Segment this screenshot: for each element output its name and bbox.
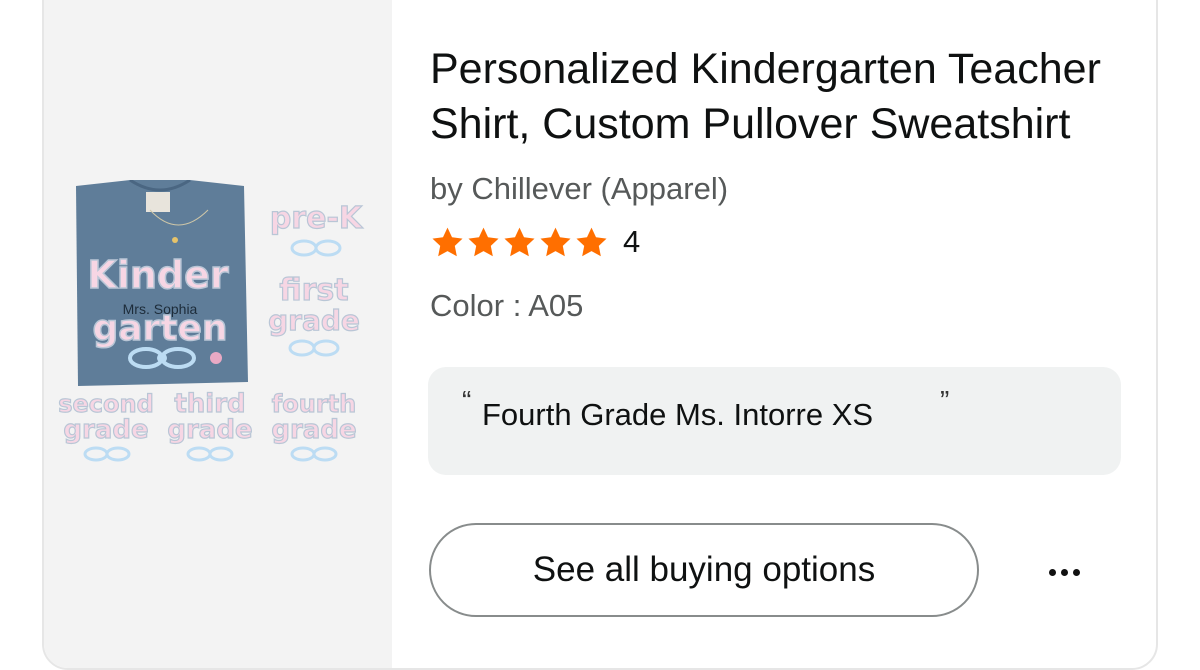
see-all-buying-options-button[interactable]: See all buying options — [429, 523, 979, 617]
svg-text:fourth: fourth — [272, 390, 356, 418]
svg-text:grade: grade — [268, 304, 360, 337]
product-image[interactable]: Kinder Mrs. Sophia garten pre-K first gr… — [58, 180, 380, 472]
quote-close: ” — [940, 385, 950, 416]
sticker-third-grade: third grade — [167, 388, 253, 462]
customization-box: “ Fourth Grade Ms. Intorre XS ” — [428, 367, 1121, 475]
svg-text:grade: grade — [271, 415, 356, 445]
sticker-first-grade: first grade — [268, 272, 360, 357]
ellipsis-icon — [1060, 568, 1068, 576]
star-icon — [576, 227, 607, 256]
sticker-fourth-grade: fourth grade — [271, 389, 357, 462]
sticker-second-grade: second grade — [58, 389, 154, 462]
quote-open: “ — [462, 385, 472, 416]
product-title[interactable]: Personalized Kindergarten Teacher Shirt,… — [430, 42, 1120, 152]
ellipsis-icon — [1072, 568, 1080, 576]
star-icon — [432, 227, 463, 256]
more-options-button[interactable] — [1039, 557, 1089, 587]
svg-text:second: second — [58, 390, 154, 418]
svg-text:first: first — [279, 273, 348, 308]
rating-stars — [430, 225, 609, 260]
svg-text:grade: grade — [167, 415, 252, 445]
product-rating[interactable]: 4 — [430, 224, 640, 260]
product-brand: by Chillever (Apparel) — [430, 171, 729, 206]
customization-text: Fourth Grade Ms. Intorre XS — [482, 397, 874, 432]
product-image-panel[interactable]: Kinder Mrs. Sophia garten pre-K first gr… — [44, 0, 392, 668]
sticker-prek: pre-K — [269, 200, 365, 257]
shirt-text-garten: garten — [92, 308, 227, 349]
svg-text:grade: grade — [63, 415, 148, 445]
shirt-text-kinder: Kinder — [87, 253, 228, 297]
star-icon — [504, 227, 535, 256]
star-icon — [540, 227, 571, 256]
shirt-graphic: Kinder Mrs. Sophia garten — [76, 180, 248, 386]
product-card[interactable]: Kinder Mrs. Sophia garten pre-K first gr… — [42, 0, 1158, 670]
ellipsis-icon — [1048, 568, 1056, 576]
svg-text:pre-K: pre-K — [270, 201, 364, 236]
review-count: 4 — [623, 224, 641, 259]
product-color: Color : A05 — [430, 288, 584, 323]
star-icon — [468, 227, 499, 256]
